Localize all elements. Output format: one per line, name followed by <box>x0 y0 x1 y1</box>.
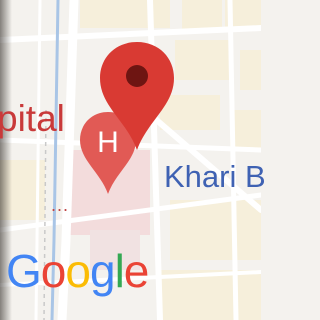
google-logo: Google <box>6 244 150 298</box>
more-places-marker: ... <box>51 195 70 215</box>
logo-letter: l <box>114 245 125 297</box>
logo-letter: G <box>6 245 42 297</box>
hospital-pin-letter: H <box>97 126 119 159</box>
logo-letter: g <box>89 245 116 297</box>
logo-letter: o <box>65 245 91 297</box>
pin-center-dot <box>126 65 148 87</box>
hospital-name-label[interactable]: pital <box>0 100 65 137</box>
area-name-label[interactable]: Khari B <box>164 161 266 192</box>
logo-letter: o <box>40 245 67 297</box>
logo-letter: e <box>123 245 150 297</box>
